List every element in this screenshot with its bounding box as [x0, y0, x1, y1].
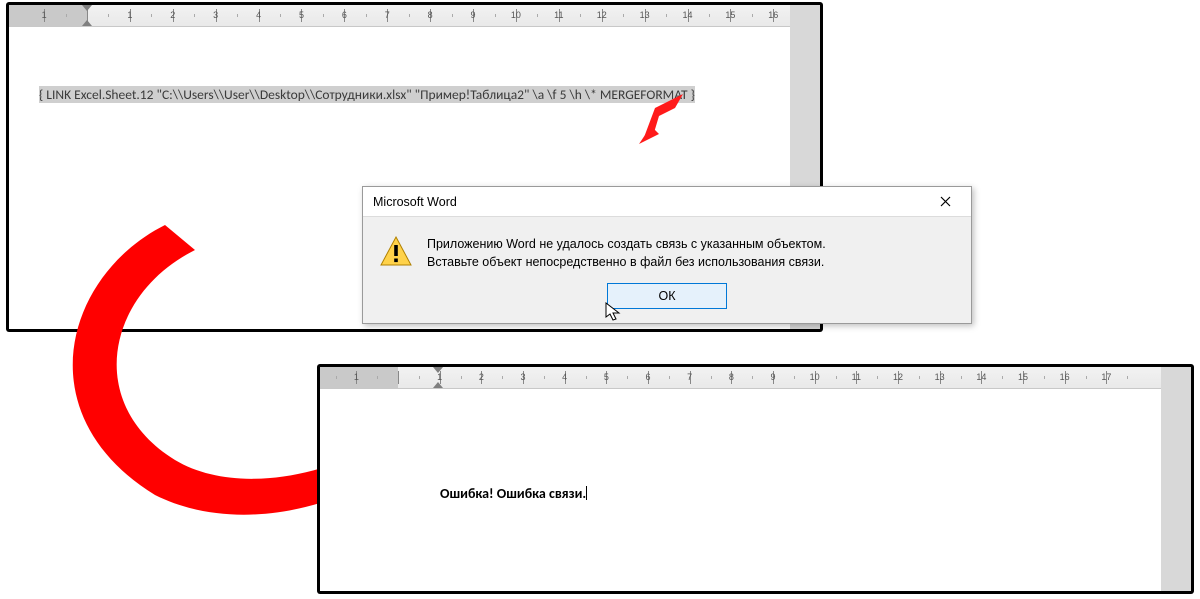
ok-button-label: ОК [658, 289, 675, 303]
document-body[interactable]: { LINK Excel.Sheet.12 "C:\\Users\\User\\… [9, 27, 820, 207]
dialog-message-line2: Вставьте объект непосредственно в файл б… [427, 253, 826, 271]
close-icon [940, 196, 951, 207]
dialog-title: Microsoft Word [373, 195, 457, 209]
link-error-text: Ошибка! Ошибка связи. [440, 485, 586, 502]
document-body[interactable]: Ошибка! Ошибка связи. [320, 389, 1191, 569]
ruler[interactable]: 3211234567891011121314151617 [320, 367, 1191, 389]
ok-button[interactable]: ОК [607, 283, 727, 309]
word-window-bottom: 3211234567891011121314151617 Ошибка! Оши… [318, 365, 1193, 593]
link-field-code[interactable]: { LINK Excel.Sheet.12 "C:\\Users\\User\\… [39, 86, 695, 103]
annotation-arrow-small [635, 88, 695, 148]
dialog-message: Приложению Word не удалось создать связь… [427, 235, 826, 271]
warning-icon [379, 235, 413, 269]
dialog-titlebar[interactable]: Microsoft Word [363, 187, 971, 217]
close-button[interactable] [925, 189, 965, 215]
dialog-message-line1: Приложению Word не удалось создать связь… [427, 235, 826, 253]
text-caret [586, 486, 587, 500]
error-dialog: Microsoft Word Приложению Word не удалос… [362, 186, 972, 324]
ruler[interactable]: 11234567891011121314151617 [9, 5, 820, 27]
